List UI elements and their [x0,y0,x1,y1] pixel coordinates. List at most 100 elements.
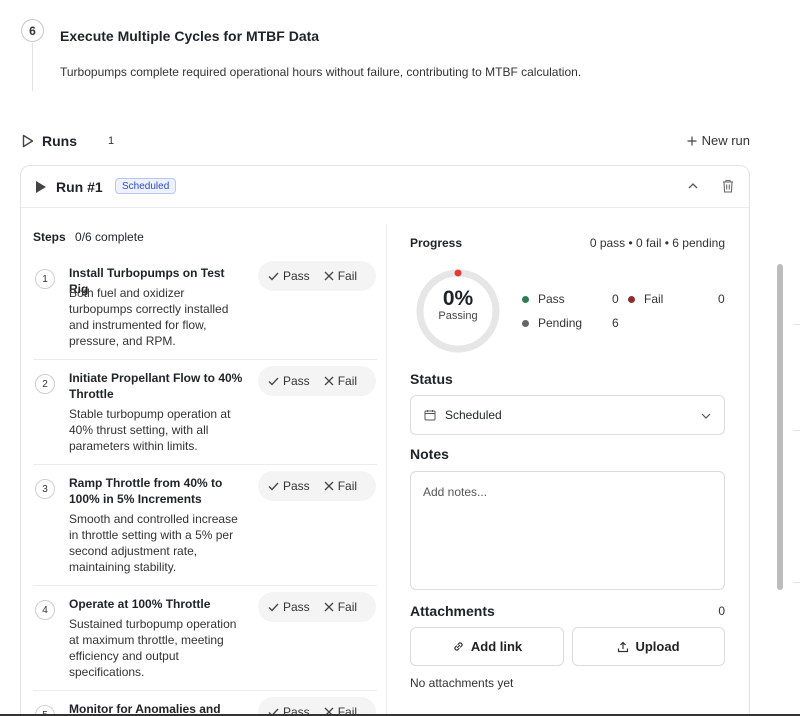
step-title: Execute Multiple Cycles for MTBF Data [60,28,320,44]
step-item: 2 Initiate Propellant Flow to 40% Thrott… [33,366,377,465]
pass-fail-toggle: Pass Fail [258,261,376,291]
fail-label: Fail [337,374,358,388]
new-run-button[interactable]: New run [687,133,750,148]
chevron-down-icon [701,413,711,419]
play-icon[interactable] [36,181,46,193]
status-select[interactable]: Scheduled [410,395,725,435]
pass-label: Pass [283,600,310,614]
step-item-title: Initiate Propellant Flow to 40% Throttle [69,371,243,401]
notes-input[interactable] [410,471,725,590]
step-item-description: Smooth and controlled increase in thrott… [69,512,238,574]
trash-icon[interactable] [721,178,735,194]
pass-dot [522,295,529,303]
step-item-number: 3 [35,479,55,499]
pass-label: Pass [283,269,310,283]
check-icon [268,272,279,280]
legend-pass-label: Pass [538,292,565,306]
step-connector-line [32,43,33,91]
x-icon [324,376,334,386]
step-item-description: Sustained turbopump operation at maximum… [69,617,237,679]
add-link-label: Add link [470,639,523,654]
pass-label: Pass [283,374,310,388]
step-description: Turbopumps complete required operational… [60,65,582,79]
status-badge: Scheduled [115,178,177,194]
plus-icon [687,136,697,145]
pending-dot [522,319,529,327]
progress-summary: 0 pass • 0 fail • 6 pending [589,236,725,250]
fail-button[interactable]: Fail [324,600,357,614]
new-run-label: New run [701,133,750,148]
scrollbar-thumb[interactable] [777,264,783,590]
steps-header: Steps 0/6 complete [33,230,144,244]
panel-edge [793,324,800,325]
notes-label: Notes [410,446,449,462]
status-value: Scheduled [445,408,502,422]
step-item-number: 1 [35,269,55,289]
pass-fail-toggle: Pass Fail [258,592,376,622]
step-item-title: Ramp Throttle from 40% to 100% in 5% Inc… [69,476,223,506]
fail-button[interactable]: Fail [324,374,357,388]
step-item-description: Stable turbopump operation at 40% thrust… [69,407,231,453]
fail-label: Fail [337,269,358,283]
fail-button[interactable]: Fail [324,269,357,283]
fail-button[interactable]: Fail [324,479,357,493]
chevron-up-icon[interactable] [686,179,700,193]
progress-percent: 0% [442,287,474,310]
ring-marker [454,269,462,277]
fail-label: Fail [337,600,358,614]
step-item-description: Both fuel and oxidizer turbopumps correc… [69,286,229,348]
check-icon [268,603,279,611]
legend-pending-value: 6 [612,316,619,330]
pass-button[interactable]: Pass [268,374,310,388]
pass-button[interactable]: Pass [268,269,310,283]
column-divider [386,224,387,716]
upload-icon [618,641,629,652]
pass-fail-toggle: Pass Fail [258,471,376,501]
step-number-badge: 6 [21,19,44,42]
x-icon [324,602,334,612]
fail-dot [628,295,635,303]
attachments-label: Attachments [410,603,495,619]
legend-pass-value: 0 [612,292,619,306]
step-item: 1 Install Turbopumps on Test Rig Both fu… [33,261,377,360]
step-item-title: Operate at 100% Throttle [69,597,211,611]
x-icon [324,271,334,281]
pass-button[interactable]: Pass [268,600,310,614]
calendar-icon [424,410,436,421]
step-item: 4 Operate at 100% Throttle Sustained tur… [33,592,377,691]
panel-edge [793,582,800,583]
run-title: Run #1 [56,179,103,195]
legend-fail-label: Fail [644,292,664,306]
steps-label: Steps [33,230,66,244]
legend-pending: Pending [522,316,582,330]
runs-title: Runs [42,133,77,149]
upload-button[interactable]: Upload [572,627,725,666]
link-icon [454,642,463,651]
runs-count-badge: 1 [107,135,115,147]
play-outline-icon[interactable] [22,134,34,148]
check-icon [268,377,279,385]
step-item: 3 Ramp Throttle from 40% to 100% in 5% I… [33,471,377,586]
legend-fail: Fail [628,292,663,306]
runs-header: Runs 1 New run [20,130,750,152]
check-icon [268,482,279,490]
attachments-count: 0 [718,604,725,618]
steps-progress: 0/6 complete [75,230,144,244]
pass-label: Pass [283,479,310,493]
step-item-number: 4 [35,600,55,620]
no-attachments-text: No attachments yet [410,676,514,690]
add-link-button[interactable]: Add link [410,627,564,666]
run-header[interactable]: Run #1 Scheduled [21,166,749,208]
step-item-number: 2 [35,374,55,394]
progress-label: Progress [410,236,463,250]
upload-label: Upload [635,639,680,654]
panel-edge [793,430,800,431]
legend-fail-value: 0 [718,292,725,306]
legend-pass: Pass [522,292,565,306]
x-icon [324,481,334,491]
progress-percent-sub: Passing [438,310,478,322]
pass-button[interactable]: Pass [268,479,310,493]
fail-label: Fail [337,479,358,493]
status-label: Status [410,371,453,387]
pass-fail-toggle: Pass Fail [258,366,376,396]
